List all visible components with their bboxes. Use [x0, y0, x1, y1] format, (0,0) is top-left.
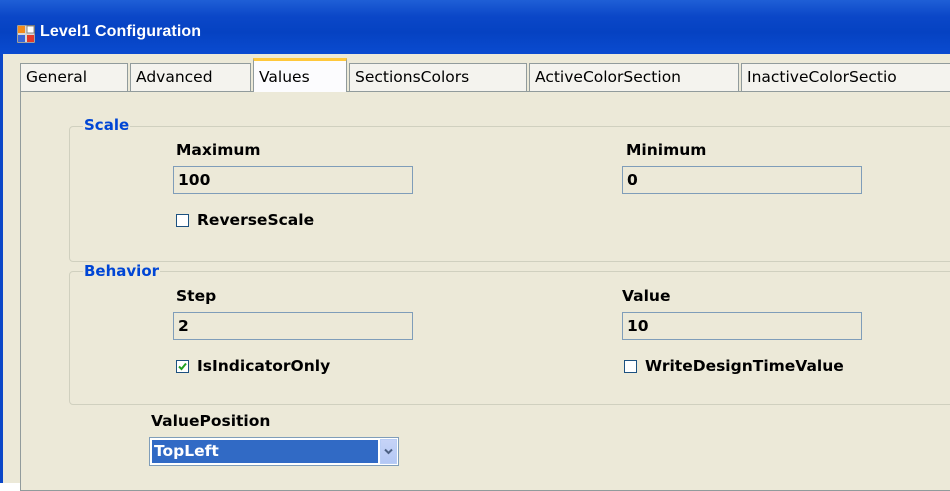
is-indicator-only-checkbox[interactable]: IsIndicatorOnly — [176, 357, 396, 378]
write-design-time-value-label: WriteDesignTimeValue — [645, 357, 844, 375]
is-indicator-only-check-box[interactable] — [176, 360, 189, 373]
step-label: Step — [176, 287, 217, 305]
app-icon — [17, 25, 35, 43]
tab-inactive-color-section[interactable]: InactiveColorSectio — [741, 63, 950, 91]
value-label: Value — [622, 287, 671, 305]
write-design-time-value-check-box[interactable] — [624, 360, 637, 373]
value-position-label: ValuePosition — [151, 412, 271, 430]
tab-general[interactable]: General — [20, 63, 128, 91]
reverse-scale-label: ReverseScale — [197, 211, 315, 229]
tab-advanced[interactable]: Advanced — [130, 63, 251, 91]
chevron-down-icon — [384, 448, 393, 455]
values-panel-background: Scale Maximum 100 Minimum 0 ReverseScale… — [21, 92, 950, 490]
minimum-field[interactable]: 0 — [622, 166, 862, 194]
value-position-select[interactable]: TopLeft — [149, 437, 399, 466]
tab-active-color-section[interactable]: ActiveColorSection — [529, 63, 739, 91]
title-bar[interactable]: Level1 Configuration — [0, 0, 950, 54]
step-field[interactable]: 2 — [173, 312, 413, 340]
scale-group-label: Scale — [83, 116, 131, 134]
maximum-field[interactable]: 100 — [173, 166, 413, 194]
write-design-time-value-checkbox[interactable]: WriteDesignTimeValue — [624, 357, 904, 378]
tab-values[interactable]: Values — [253, 58, 347, 92]
dropdown-button[interactable] — [380, 439, 397, 464]
reverse-scale-check-box[interactable] — [176, 214, 189, 227]
value-position-selected: TopLeft — [152, 440, 378, 463]
maximum-label: Maximum — [176, 141, 261, 159]
window-left-border — [0, 54, 14, 483]
configuration-window: Level1 Configuration General Advanced Va… — [0, 0, 950, 491]
window-title: Level1 Configuration — [40, 23, 202, 40]
reverse-scale-checkbox[interactable]: ReverseScale — [176, 211, 376, 232]
tab-sections-colors[interactable]: SectionsColors — [349, 63, 527, 91]
dialog-client-area: General Advanced Values SectionsColors A… — [14, 54, 950, 491]
checkmark-icon — [178, 362, 187, 371]
is-indicator-only-label: IsIndicatorOnly — [197, 357, 331, 375]
behavior-group-label: Behavior — [83, 262, 161, 280]
values-tab-panel: Scale Maximum 100 Minimum 0 ReverseScale… — [20, 91, 950, 491]
minimum-label: Minimum — [626, 141, 707, 159]
value-field[interactable]: 10 — [622, 312, 862, 340]
